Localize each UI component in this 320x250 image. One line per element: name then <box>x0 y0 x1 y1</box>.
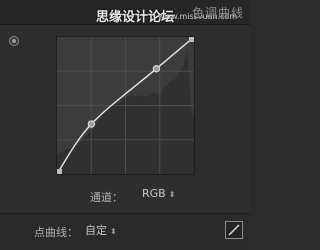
point-curve-label: 点曲线： <box>34 226 78 239</box>
channel-label: 通道： <box>90 191 123 204</box>
channel-row: 通道： RGB ⬍ <box>0 186 250 206</box>
curve-svg[interactable] <box>57 37 194 174</box>
curve-graph[interactable] <box>56 36 195 175</box>
point-curve-select[interactable]: 自定 ⬍ <box>81 222 121 238</box>
panel-header: 思缘设计论坛 www.missvuan.com 色调曲线 <box>0 0 250 25</box>
chevron-updown-icon: ⬍ <box>168 190 176 199</box>
chevron-updown-icon: ⬍ <box>110 227 117 236</box>
curve-control-point[interactable] <box>87 120 96 128</box>
target-adjust-icon[interactable] <box>9 36 19 46</box>
curve-control-point[interactable] <box>152 64 161 73</box>
edit-point-curve-icon[interactable] <box>225 221 243 239</box>
curve-control-point[interactable] <box>189 37 194 42</box>
curve-control-point[interactable] <box>57 169 62 174</box>
tone-curve-panel: 思缘设计论坛 www.missvuan.com 色调曲线 通道： RGB ⬍ 点… <box>0 0 250 250</box>
point-curve-value: 自定 <box>85 224 107 237</box>
panel-footer: 点曲线： 自定 ⬍ <box>0 214 250 250</box>
edit-point-curve-glyph <box>228 224 240 236</box>
channel-value: RGB <box>142 187 166 200</box>
panel-title[interactable]: 色调曲线 <box>192 4 244 21</box>
channel-select[interactable]: RGB ⬍ <box>138 187 179 203</box>
